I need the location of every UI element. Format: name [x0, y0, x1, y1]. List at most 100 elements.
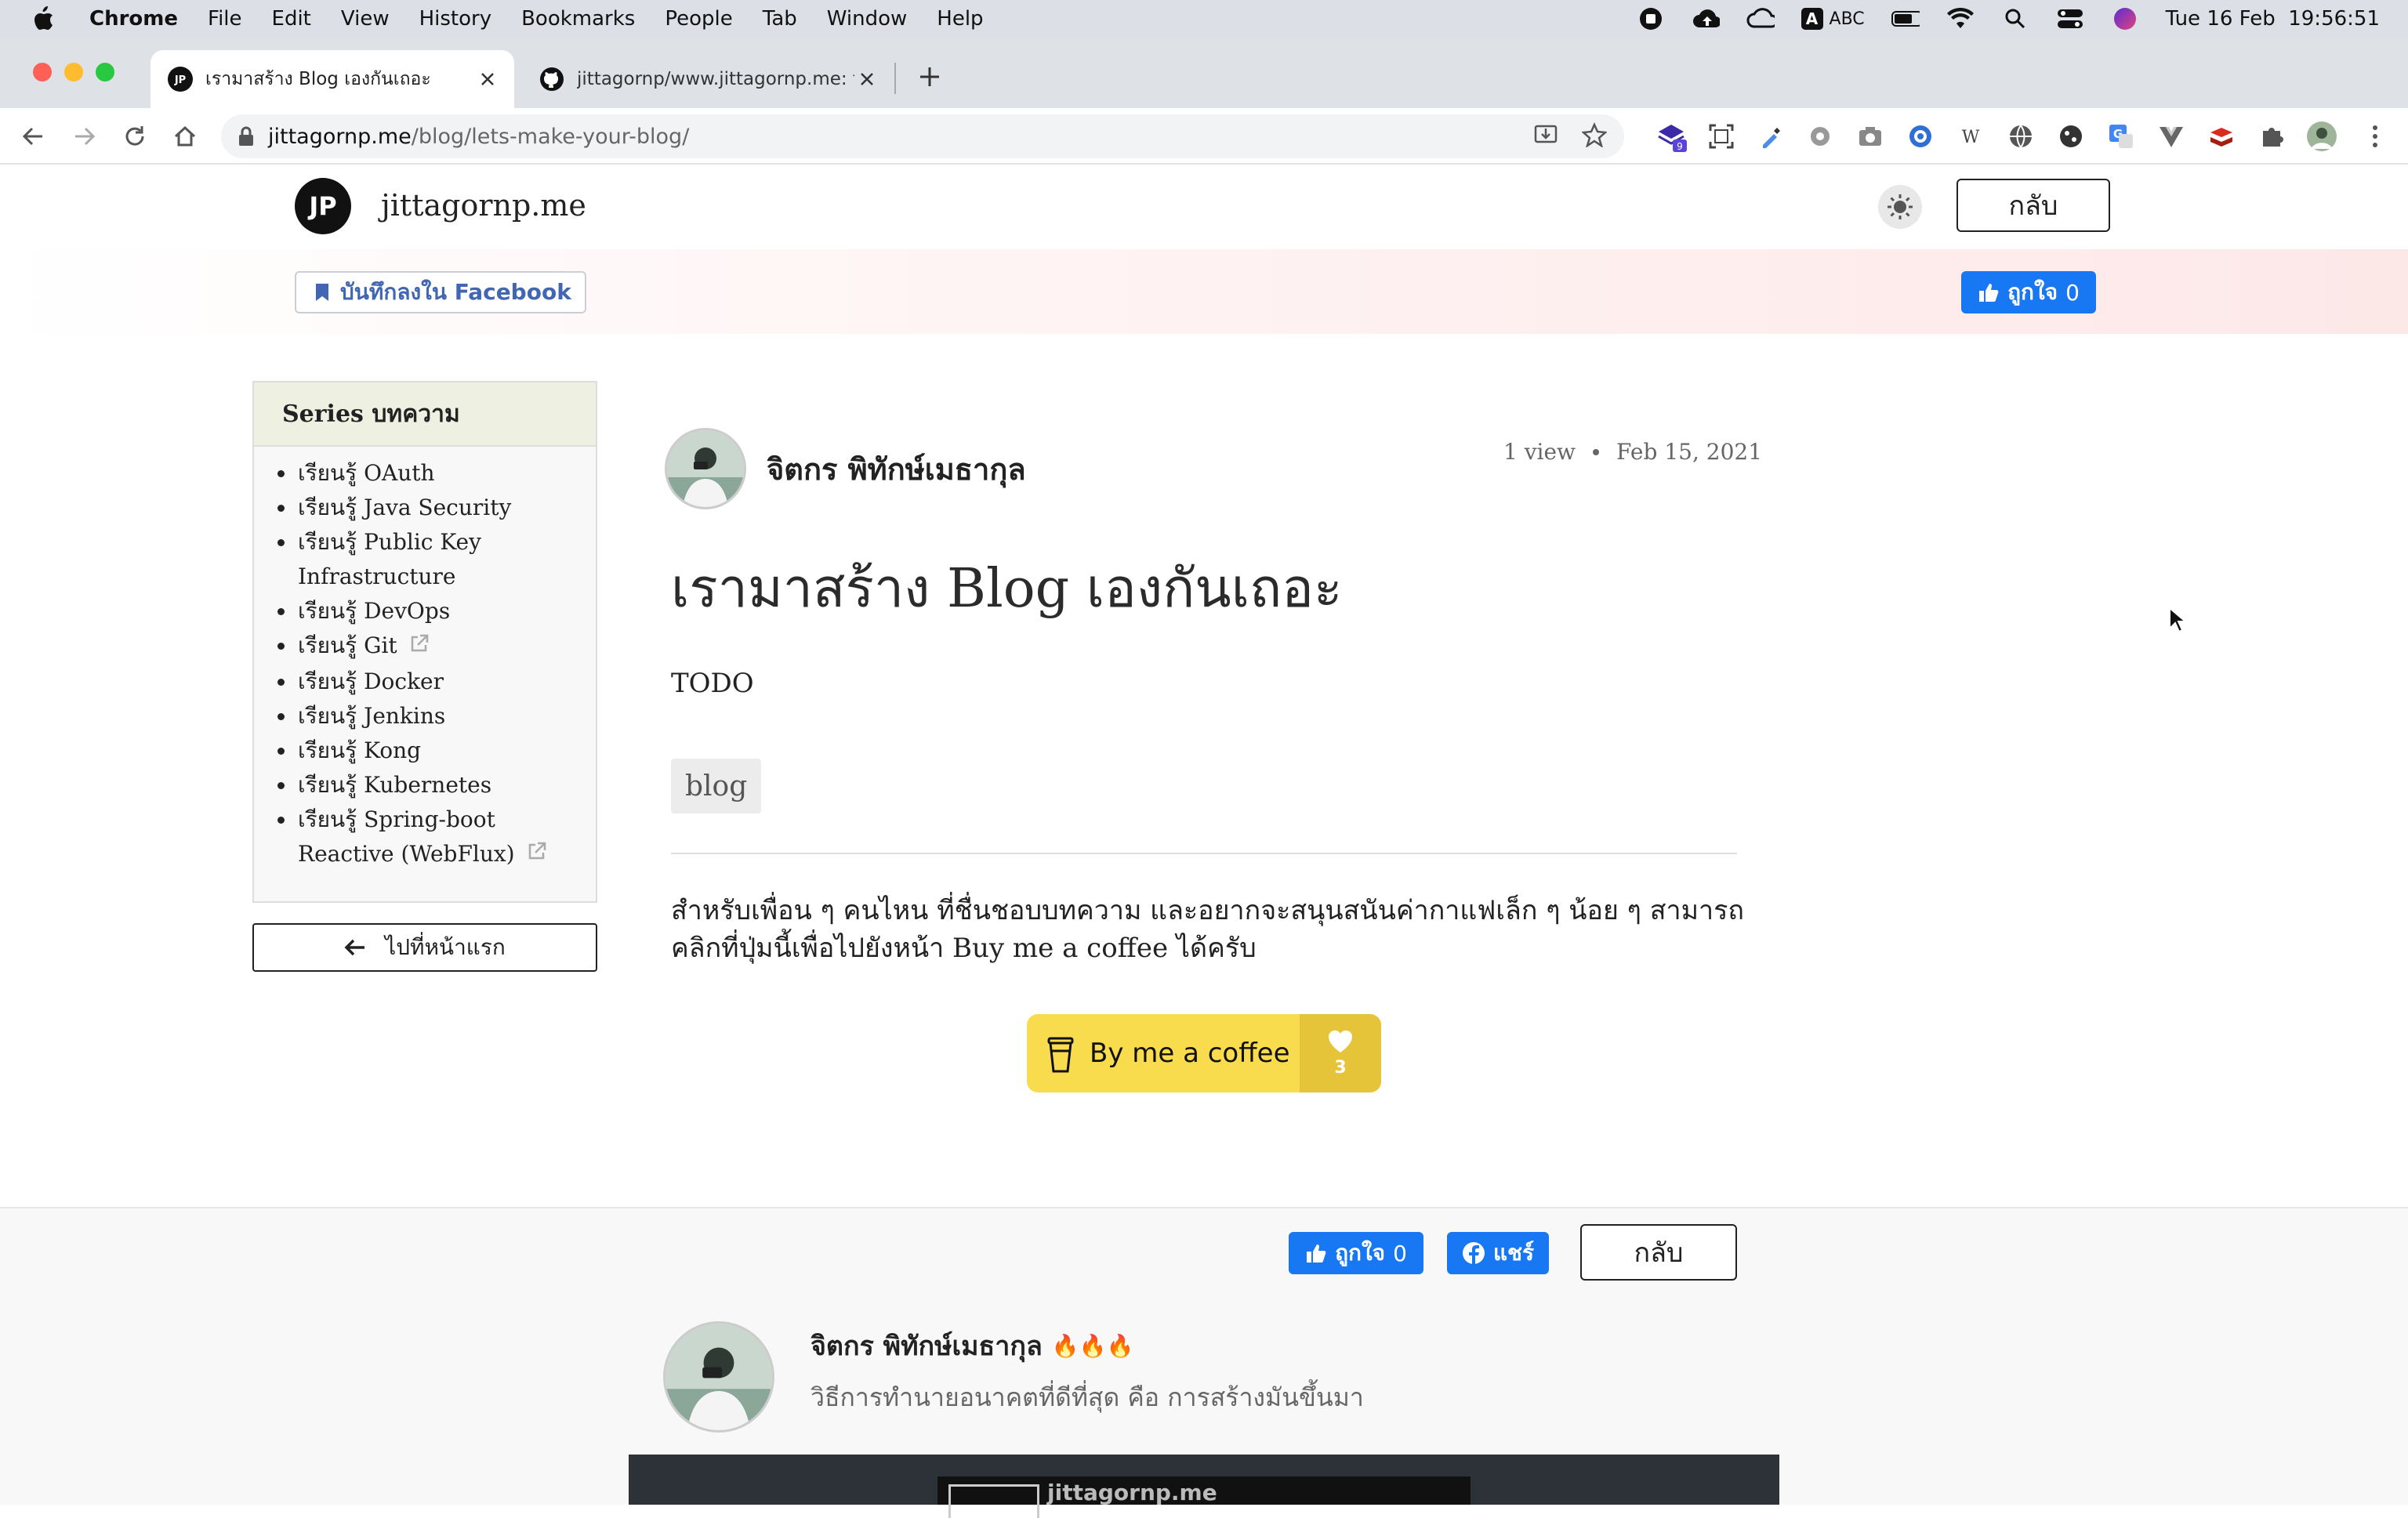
- vue-devtools-icon[interactable]: [2156, 121, 2187, 152]
- camera-extension-icon[interactable]: [1855, 121, 1886, 152]
- go-home-label: ไปที่หน้าแรก: [385, 934, 506, 960]
- tab-blog[interactable]: JP เรามาสร้าง Blog เองกันเถอะ: [150, 50, 514, 108]
- globe-extension-icon[interactable]: [2005, 121, 2036, 152]
- series-item[interactable]: เรียนรู้ OAuth: [296, 456, 596, 491]
- cookie-extension-icon[interactable]: [2055, 121, 2087, 152]
- series-item[interactable]: เรียนรู้ Git: [296, 629, 596, 665]
- menu-people[interactable]: People: [665, 7, 732, 31]
- series-item[interactable]: เรียนรู้ Kong: [296, 734, 596, 768]
- menu-edit[interactable]: Edit: [272, 7, 311, 31]
- reload-icon[interactable]: [118, 119, 152, 154]
- series-item[interactable]: เรียนรู้ Spring-boot Reactive (WebFlux): [296, 802, 596, 873]
- facebook-save-button[interactable]: บันทึกลงใน Facebook: [295, 271, 586, 313]
- cloud-icon[interactable]: [1746, 6, 1775, 31]
- buy-me-a-coffee-button[interactable]: By me a coffee 3: [1027, 1014, 1381, 1092]
- tag-chip[interactable]: blog: [671, 759, 762, 813]
- series-heading: Series บทความ: [254, 382, 596, 447]
- facebook-share-label: แชร์: [1492, 1240, 1535, 1266]
- close-window-button[interactable]: [33, 63, 52, 82]
- cloud-upload-icon[interactable]: [1692, 6, 1720, 31]
- menu-tab[interactable]: Tab: [763, 7, 797, 31]
- wifi-icon[interactable]: [1946, 6, 1975, 31]
- spotlight-search-icon[interactable]: [2001, 6, 2029, 31]
- facebook-like-count: 0: [2065, 279, 2080, 306]
- coffee-count: 3: [1334, 1057, 1347, 1078]
- screenshot-extension-icon[interactable]: [1706, 121, 1737, 152]
- input-source-indicator[interactable]: A ABC: [1801, 8, 1865, 30]
- profile-avatar[interactable]: [2306, 121, 2337, 152]
- extensions-puzzle-icon[interactable]: [2256, 121, 2287, 152]
- translate-icon[interactable]: G: [2105, 121, 2137, 152]
- mouse-cursor-icon: [2169, 607, 2187, 633]
- left-arrow-icon: [344, 939, 365, 956]
- series-item[interactable]: เรียนรู้ Public Key Infrastructure: [296, 525, 596, 594]
- bookmark-icon: [315, 283, 329, 302]
- sun-icon: [1888, 194, 1913, 219]
- url-path: /blog/lets-make-your-blog/: [411, 124, 690, 149]
- series-item[interactable]: เรียนรู้ Kubernetes: [296, 768, 596, 802]
- menu-view[interactable]: View: [341, 7, 390, 31]
- tab-github[interactable]: jittagornp/www.jittagornp.me: t: [522, 50, 894, 108]
- menu-history[interactable]: History: [419, 7, 492, 31]
- view-count: 1 view: [1503, 439, 1576, 465]
- extension-stack-icon[interactable]: 9: [1656, 121, 1687, 152]
- menu-help[interactable]: Help: [937, 7, 983, 31]
- web-page: JP jittagornp.me กลับ บันทึกลงใน Faceboo…: [0, 165, 2408, 1518]
- lock-icon[interactable]: [238, 126, 254, 147]
- facebook-like-button-top[interactable]: ถูกใจ 0: [1961, 271, 2096, 313]
- thumbs-up-icon: [1979, 284, 1999, 302]
- author-avatar[interactable]: [665, 428, 746, 509]
- banner-frame: [948, 1484, 1039, 1518]
- site-logo[interactable]: JP: [295, 178, 351, 234]
- facebook-like-button-bottom[interactable]: ถูกใจ 0: [1289, 1232, 1423, 1274]
- series-item[interactable]: เรียนรู้ Jenkins: [296, 699, 596, 734]
- menu-app-name[interactable]: Chrome: [89, 7, 178, 31]
- support-paragraph: สำหรับเพื่อน ๆ คนไหน ที่ชื่นชอบบทความ แล…: [671, 895, 1744, 964]
- chrome-menu-icon[interactable]: [2359, 121, 2391, 152]
- menu-window[interactable]: Window: [827, 7, 908, 31]
- address-bar[interactable]: jittagornp.me/blog/lets-make-your-blog/: [221, 114, 1624, 158]
- siri-icon[interactable]: [2111, 6, 2139, 31]
- menu-file[interactable]: File: [208, 7, 242, 31]
- close-tab-icon[interactable]: [475, 67, 500, 92]
- menu-bookmarks[interactable]: Bookmarks: [521, 7, 635, 31]
- series-item[interactable]: เรียนรู้ Java Security: [296, 491, 596, 525]
- heart-icon: [1328, 1030, 1353, 1052]
- menubar-clock[interactable]: Tue 16 Feb 19:56:51: [2166, 7, 2380, 31]
- series-item[interactable]: เรียนรู้ Docker: [296, 665, 596, 699]
- color-picker-icon[interactable]: [1756, 121, 1787, 152]
- battery-icon[interactable]: [1891, 6, 1920, 31]
- bookmark-star-icon[interactable]: [1581, 121, 1608, 153]
- gear-extension-icon[interactable]: [1804, 121, 1836, 152]
- new-tab-plus-icon[interactable]: [914, 61, 945, 92]
- facebook-like-label: ถูกใจ: [1335, 1240, 1386, 1266]
- record-icon[interactable]: [1637, 6, 1665, 31]
- redis-extension-icon[interactable]: [2206, 121, 2237, 152]
- go-home-button[interactable]: ไปที่หน้าแรก: [252, 923, 597, 972]
- site-name[interactable]: jittagornp.me: [381, 188, 586, 223]
- series-item[interactable]: เรียนรู้ DevOps: [296, 594, 596, 629]
- theme-toggle-button[interactable]: [1878, 185, 1922, 229]
- proxy-extension-icon[interactable]: [1905, 121, 1936, 152]
- home-icon[interactable]: [168, 119, 202, 154]
- article-author[interactable]: จิตกร พิทักษ์เมธากุล: [767, 445, 1026, 493]
- control-center-icon[interactable]: [2056, 6, 2084, 31]
- apple-icon[interactable]: [31, 5, 63, 32]
- tab-title: jittagornp/www.jittagornp.me: t: [577, 69, 854, 89]
- facebook-share-button[interactable]: แชร์: [1447, 1232, 1549, 1274]
- maximize-window-button[interactable]: [96, 63, 114, 82]
- wikipedia-icon[interactable]: W: [1955, 121, 1986, 152]
- minimize-window-button[interactable]: [64, 63, 83, 82]
- series-list: เรียนรู้ OAuth เรียนรู้ Java Security เร…: [254, 447, 596, 872]
- footer-author-avatar[interactable]: [663, 1321, 774, 1433]
- forward-arrow-icon[interactable]: [67, 119, 102, 154]
- close-tab-icon[interactable]: [854, 67, 879, 92]
- site-header: JP jittagornp.me กลับ: [0, 165, 2408, 249]
- back-arrow-icon[interactable]: [16, 119, 50, 154]
- svg-text:W: W: [1962, 128, 1980, 147]
- install-app-icon[interactable]: [1533, 122, 1558, 153]
- footer-author-name-text[interactable]: จิตกร พิทักษ์เมธากุล: [811, 1324, 1043, 1367]
- status-area: A ABC Tue 16 Feb 19:56:51: [1637, 0, 2380, 38]
- back-button-bottom[interactable]: กลับ: [1580, 1224, 1737, 1281]
- back-button-top[interactable]: กลับ: [1956, 179, 2110, 232]
